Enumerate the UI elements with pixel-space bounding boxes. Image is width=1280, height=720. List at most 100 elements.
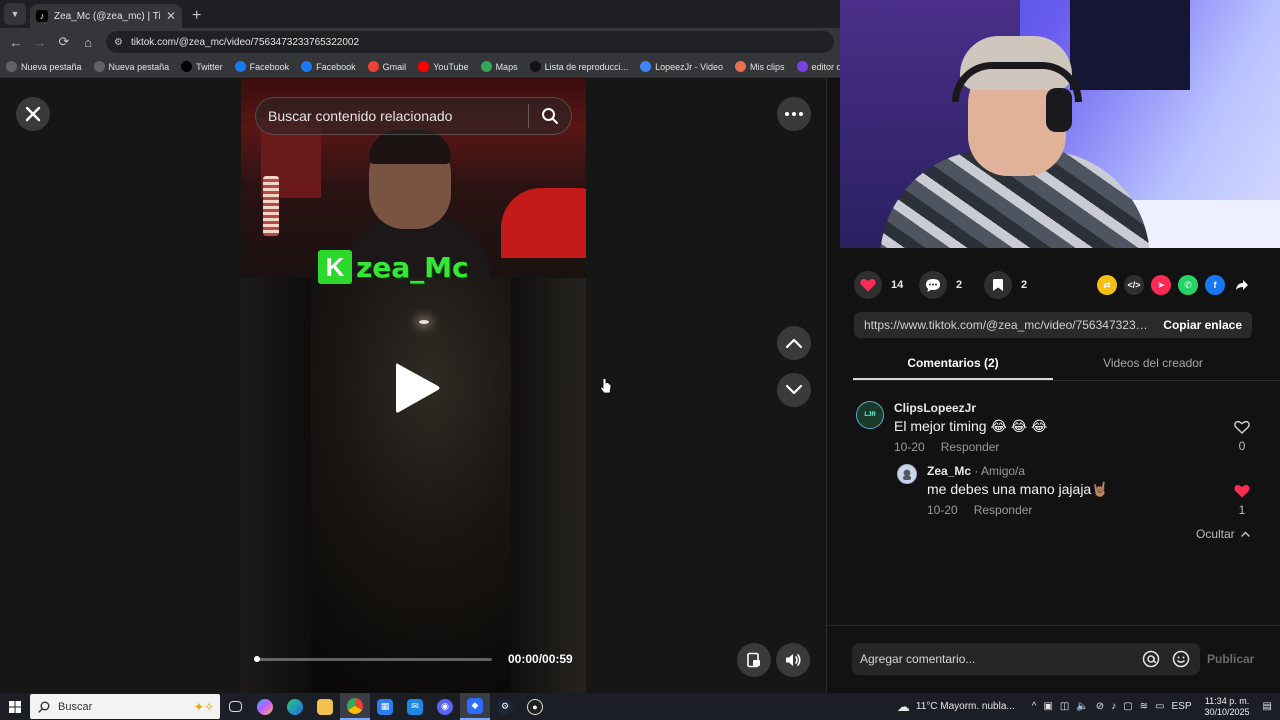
previous-video-button[interactable] [777,326,811,360]
hide-replies-button[interactable]: Ocultar [1196,527,1250,541]
wifi-icon[interactable]: ≋ [1140,701,1148,712]
tab-comments[interactable]: Comentarios (2) [853,348,1053,380]
tab-creator-videos[interactable]: Videos del creador [1053,348,1253,380]
home-icon[interactable]: ⌂ [78,32,98,52]
close-button[interactable] [16,97,50,131]
mic-muted-icon[interactable]: ⊘ [1096,701,1104,712]
device-icon[interactable]: ◫ [1060,701,1069,712]
chrome-icon[interactable] [340,693,370,720]
reply-username[interactable]: Zea_Mc [927,464,971,478]
avatar[interactable]: LJR [856,401,884,429]
next-video-button[interactable] [777,373,811,407]
mention-button[interactable] [1140,648,1162,670]
bookmark-item[interactable]: Maps [480,61,518,72]
comment-like[interactable]: 0 [1234,420,1250,453]
bookmark-item[interactable]: Mis clips [735,61,785,72]
weather-widget[interactable]: ☁ 11°C Mayorm. nubla... [897,699,1015,715]
mini-player-button[interactable] [737,643,771,677]
comments-panel: 14 2 2 ⇄ </> ➤ ✆ f https://www.tiktok.co… [840,248,1280,693]
publish-button[interactable]: Publicar [1207,652,1254,666]
network-icon[interactable]: ▣ [1043,701,1052,712]
close-icon [25,106,41,122]
file-explorer-icon[interactable] [310,693,340,720]
comment-username[interactable]: ClipsLopeezJr [894,401,1047,415]
bookmark-favicon-icon [529,61,541,72]
bookmark-label: Facebook [316,61,356,72]
related-search-input[interactable] [268,108,528,124]
play-icon [396,363,440,413]
comment-button[interactable]: 2 [919,271,970,299]
related-search-box[interactable] [255,97,572,135]
task-view-icon[interactable] [220,693,250,720]
obs-icon[interactable]: ● [520,693,550,720]
webcam-overlay [840,0,1280,248]
speaker-icon[interactable]: 🔈 [1076,701,1088,712]
edge-icon[interactable] [280,693,310,720]
reload-icon[interactable]: ⟳ [54,32,74,52]
mail-icon[interactable]: ✉ [400,693,430,720]
facebook-icon[interactable]: f [1205,275,1225,295]
discord-icon[interactable]: ◉ [430,693,460,720]
comment-date: 10-20 [894,440,925,454]
more-options-button[interactable] [777,97,811,131]
bookmark-item[interactable]: Nueva pestaña [93,61,169,72]
avatar[interactable] [897,464,917,484]
send-to-friends-icon[interactable]: ➤ [1151,275,1171,295]
clock[interactable]: 11:34 p. m. 30/10/2025 [1205,696,1250,718]
reply-item: Zea_Mc · Amigo/a me debes una mano jajaj… [897,464,1109,517]
capcut-editor-icon[interactable]: ◆ [460,693,490,720]
save-button[interactable]: 2 [984,271,1035,299]
bookmark-item[interactable]: Facebook [301,61,356,72]
at-sign-icon [1142,650,1160,668]
windows-taskbar: Buscar ✦✧ ▦ ✉ ◉ ◆ ⚙ ● ☁ 11°C Mayorm. nub… [0,693,1280,720]
site-info-icon[interactable]: ⚙ [114,37,123,48]
reply-button[interactable]: Responder [974,503,1033,517]
new-tab-plus-icon[interactable]: + [192,7,201,25]
forward-arrow-icon[interactable]: → [30,32,50,52]
comment-input[interactable] [860,652,1140,666]
tab-search-chevron-icon[interactable]: ▼ [4,3,26,25]
panel-tabs: Comentarios (2) Videos del creador [853,348,1280,381]
bookmark-item[interactable]: Facebook [234,61,289,72]
battery-icon[interactable]: ▭ [1155,701,1164,712]
bookmark-item[interactable]: Nueva pestaña [6,61,82,72]
taskbar-search-box[interactable]: Buscar ✦✧ [30,694,220,719]
bookmark-item[interactable]: Twitter [181,61,223,72]
progress-bar[interactable] [254,656,492,662]
share-arrow-icon[interactable] [1232,275,1252,295]
microphone-icon[interactable]: ♪ [1111,701,1116,712]
whatsapp-icon[interactable]: ✆ [1178,275,1198,295]
bookmark-item[interactable]: Lista de reproducci... [529,61,628,72]
bookmark-item[interactable]: YouTube [418,61,469,72]
steam-icon[interactable]: ⚙ [490,693,520,720]
tab-close-icon[interactable]: ✕ [166,9,176,23]
bookmark-item[interactable]: editor de videos onl... [796,61,840,72]
reply-like[interactable]: 1 [1234,484,1250,517]
back-arrow-icon[interactable]: ← [6,32,26,52]
reply-button[interactable]: Responder [941,440,1000,454]
embed-code-icon[interactable]: </> [1124,275,1144,295]
video-link-url[interactable]: https://www.tiktok.com/@zea_mc/video/756… [854,318,1151,332]
copy-link-button[interactable]: Copiar enlace [1151,318,1252,332]
cast-icon[interactable]: ▢ [1123,701,1132,712]
repost-icon[interactable]: ⇄ [1097,275,1117,295]
progress-knob[interactable] [254,656,260,662]
address-bar[interactable]: ⚙ tiktok.com/@zea_mc/video/7563473233765… [106,31,834,53]
copilot-icon[interactable] [250,693,280,720]
volume-button[interactable] [776,643,810,677]
chevron-up-icon[interactable]: ^ [1032,701,1037,712]
bookmark-item[interactable]: Gmail [367,61,406,72]
like-button[interactable]: 14 [854,271,905,299]
heart-icon [860,278,876,292]
playback-time: 00:00/00:59 [508,652,573,666]
microsoft-store-icon[interactable]: ▦ [370,693,400,720]
comment-compose-box [852,643,1200,675]
emoji-button[interactable] [1170,648,1192,670]
start-button[interactable] [0,693,30,720]
play-button[interactable] [392,360,442,416]
bookmark-item[interactable]: LopeezJr - Video [640,61,723,72]
notification-icon[interactable]: ▤ [1263,701,1272,712]
search-button[interactable] [529,97,571,135]
browser-tab[interactable]: ♪ Zea_Mc (@zea_mc) | TikTok ✕ [30,4,182,28]
input-language[interactable]: ESP [1171,701,1191,712]
